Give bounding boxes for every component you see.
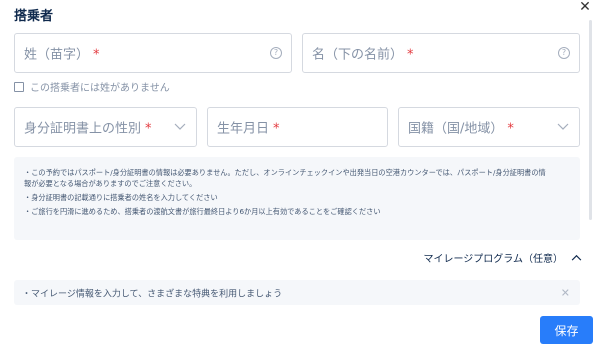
surname-field[interactable]: 姓（苗字） * ?: [14, 33, 292, 73]
chevron-up-icon: [571, 254, 582, 261]
required-mark: *: [507, 121, 514, 137]
required-mark: *: [145, 121, 152, 137]
chevron-down-icon: [174, 123, 186, 130]
required-mark: *: [407, 47, 414, 63]
nationality-label: 国籍（国/地域） *: [408, 121, 514, 137]
help-icon[interactable]: ?: [270, 47, 282, 59]
birthdate-field[interactable]: 生年月日 *: [207, 107, 388, 147]
given-name-label: 名（下の名前） *: [312, 47, 414, 63]
mileage-program-label: マイレージプログラム（任意）: [423, 254, 564, 265]
mileage-program-toggle[interactable]: マイレージプログラム（任意）: [424, 250, 583, 265]
given-name-field[interactable]: 名（下の名前） * ?: [302, 33, 580, 73]
required-mark: *: [93, 47, 100, 63]
scrollbar[interactable]: [589, 20, 592, 220]
birthdate-label: 生年月日 *: [217, 121, 280, 137]
close-icon[interactable]: ✕: [561, 286, 570, 299]
help-icon[interactable]: ?: [558, 47, 570, 59]
surname-label: 姓（苗字） *: [24, 47, 100, 63]
chevron-down-icon: [557, 123, 569, 130]
no-surname-checkbox-row[interactable]: この搭乗者には姓がありません: [14, 79, 170, 94]
notice-line: ・身分証明書の記載通りに搭乗者の姓名を入力してください: [24, 193, 218, 202]
mileage-info-text: ・マイレージ情報を入力して、さまざまな特典を利用しましょう: [22, 289, 283, 299]
section-title: 搭乗者: [14, 9, 54, 24]
notice-line: ・ご旅行を円滑に進めるため、搭乗者の渡航文書が旅行最終日より6か月以上有効である…: [24, 207, 381, 216]
gender-select[interactable]: 身分証明書上の性別 *: [14, 107, 197, 147]
no-surname-checkbox[interactable]: [14, 81, 24, 92]
save-button[interactable]: 保存: [540, 316, 593, 344]
notice-line: 報が必要となる場合がありますのでご注意ください。: [24, 179, 197, 188]
required-mark: *: [273, 121, 280, 137]
notice-box: ・この予約ではパスポート/身分証明書の情報は必要ありません。ただし、オンラインチ…: [14, 157, 580, 240]
mileage-info-banner: ・マイレージ情報を入力して、さまざまな特典を利用しましょう ✕: [14, 280, 580, 305]
no-surname-checkbox-label: この搭乗者には姓がありません: [30, 83, 170, 94]
notice-line: ・この予約ではパスポート/身分証明書の情報は必要ありません。ただし、オンラインチ…: [24, 168, 546, 177]
gender-label: 身分証明書上の性別 *: [24, 121, 152, 137]
close-icon[interactable]: ✕: [578, 0, 592, 14]
nationality-select[interactable]: 国籍（国/地域） *: [398, 107, 580, 147]
